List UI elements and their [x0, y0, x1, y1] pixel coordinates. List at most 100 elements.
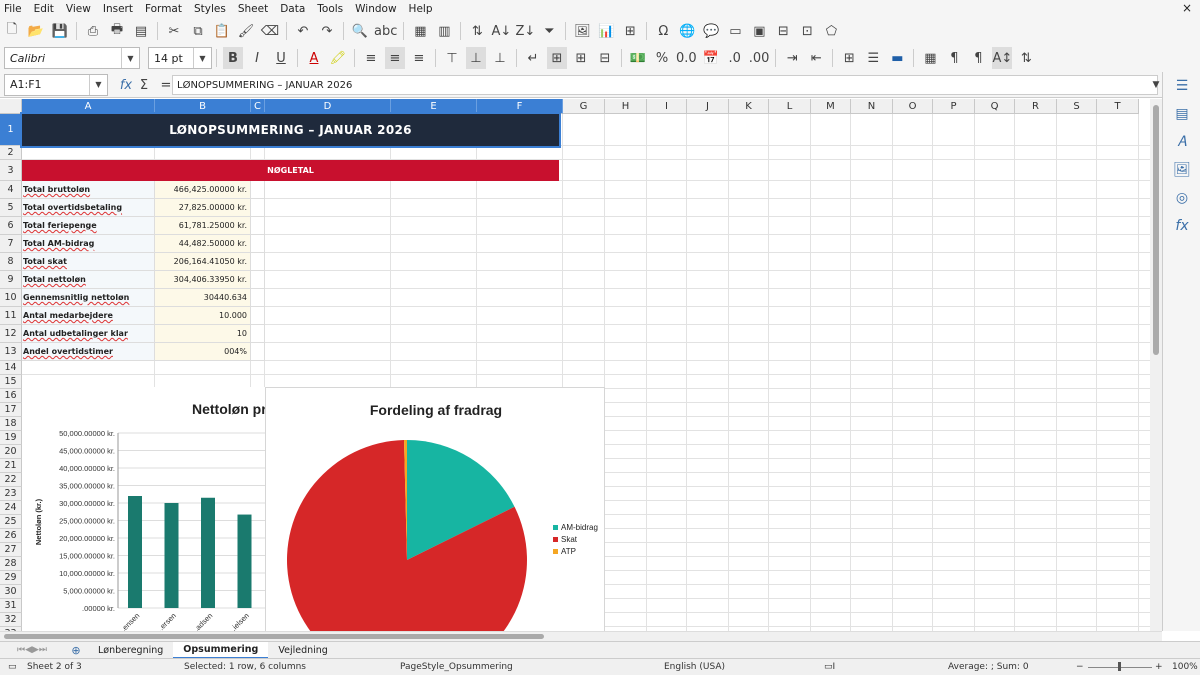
chevron-down-icon[interactable]: ▼	[193, 48, 211, 68]
sheet-tab[interactable]: Vejledning	[268, 642, 337, 659]
header-footer-icon[interactable]: ▭	[725, 20, 745, 42]
menu-item-styles[interactable]: Styles	[194, 3, 226, 15]
vertical-scroll-thumb[interactable]	[1153, 105, 1159, 355]
paste-icon[interactable]: 📋	[212, 20, 232, 42]
row-header-1[interactable]: 1	[0, 114, 22, 146]
kpi-label-cell[interactable]: Total feriepenge	[22, 217, 155, 235]
functions-icon[interactable]: fx	[1163, 212, 1200, 240]
kpi-value-cell[interactable]: 61,781.25000 kr.	[155, 217, 251, 235]
row-icon[interactable]: ▦	[410, 20, 430, 42]
kpi-label-cell[interactable]: Total nettoløn	[22, 271, 155, 289]
align-bottom-icon[interactable]: ⊥	[490, 47, 510, 69]
insert-image-icon[interactable]: 🖼	[572, 20, 592, 42]
properties-icon[interactable]: ▤	[1163, 100, 1200, 128]
styles-icon[interactable]: 𝐴	[1163, 128, 1200, 156]
row-header-5[interactable]: 5	[0, 199, 22, 217]
column-header-h[interactable]: H	[605, 99, 647, 114]
autofilter-icon[interactable]: ⏷	[539, 20, 559, 42]
select-all-corner[interactable]	[0, 99, 22, 114]
cut-icon[interactable]: ✂	[164, 20, 184, 42]
bar-chart[interactable]: Nettoløn pr .00000 kr. 5,000.00000 kr. 10,0…	[22, 387, 265, 631]
row-header-19[interactable]: 19	[0, 431, 22, 445]
sort-descending-icon[interactable]: Z↓	[515, 20, 535, 42]
row-header-26[interactable]: 26	[0, 529, 22, 543]
align-center-icon[interactable]: ≡	[385, 47, 405, 69]
special-character-icon[interactable]: Ω	[653, 20, 673, 42]
column-header-p[interactable]: P	[933, 99, 975, 114]
row-header-28[interactable]: 28	[0, 557, 22, 571]
highlight-color-icon[interactable]: 🖍	[328, 47, 348, 69]
decrease-indent-icon[interactable]: ⇤	[806, 47, 826, 69]
print-icon[interactable]: 🖶	[107, 20, 127, 42]
italic-icon[interactable]: I	[247, 47, 267, 69]
kpi-value-cell[interactable]: 10	[155, 325, 251, 343]
row-header-12[interactable]: 12	[0, 325, 22, 343]
sheet-tab[interactable]: Opsummering	[173, 641, 269, 659]
kpi-label-cell[interactable]: Total skat	[22, 253, 155, 271]
column-header-f[interactable]: F	[477, 99, 563, 114]
row-header-7[interactable]: 7	[0, 235, 22, 253]
row-header-20[interactable]: 20	[0, 445, 22, 459]
underline-icon[interactable]: U	[271, 47, 291, 69]
kpi-value-cell[interactable]: 44,482.50000 kr.	[155, 235, 251, 253]
pivot-table-icon[interactable]: ⊞	[620, 20, 640, 42]
status-language[interactable]: English (USA)	[664, 662, 725, 672]
export-pdf-icon[interactable]: ⎙	[83, 20, 103, 42]
empty-cell[interactable]	[251, 181, 265, 199]
column-header-a[interactable]: A	[22, 99, 155, 114]
column-header-e[interactable]: E	[391, 99, 477, 114]
copy-icon[interactable]: ⧉	[188, 20, 208, 42]
row-header-23[interactable]: 23	[0, 487, 22, 501]
find-replace-icon[interactable]: 🔍	[350, 20, 370, 42]
menu-item-format[interactable]: Format	[145, 3, 182, 15]
print-preview-icon[interactable]: ▤	[131, 20, 151, 42]
kpi-value-cell[interactable]: 27,825.00000 kr.	[155, 199, 251, 217]
undo-icon[interactable]: ↶	[293, 20, 313, 42]
menu-item-file[interactable]: File	[4, 3, 22, 15]
number-format-icon[interactable]: 0.0	[676, 47, 697, 69]
clone-formatting-icon[interactable]: 🖌	[236, 20, 256, 42]
kpi-value-cell[interactable]: 466,425.00000 kr.	[155, 181, 251, 199]
sort-ascending-icon[interactable]: A↓	[491, 20, 511, 42]
freeze-icon[interactable]: ⊟	[773, 20, 793, 42]
status-zoom[interactable]: 100%	[1172, 662, 1198, 672]
row-header-31[interactable]: 31	[0, 599, 22, 613]
row-header-18[interactable]: 18	[0, 417, 22, 431]
column-header-s[interactable]: S	[1057, 99, 1097, 114]
kpi-label-cell[interactable]: Total bruttoløn	[22, 181, 155, 199]
vertical-text-2-icon[interactable]: ⇅	[1016, 47, 1036, 69]
delete-decimal-icon[interactable]: .00	[749, 47, 770, 69]
open-icon[interactable]: 📂	[26, 20, 46, 42]
menu-item-insert[interactable]: Insert	[103, 3, 133, 15]
column-header-r[interactable]: R	[1015, 99, 1057, 114]
kpi-value-cell[interactable]: 10.000	[155, 307, 251, 325]
chevron-down-icon[interactable]: ▼	[121, 48, 139, 68]
menu-item-data[interactable]: Data	[280, 3, 305, 15]
column-header-k[interactable]: K	[729, 99, 769, 114]
empty-cell[interactable]	[251, 235, 265, 253]
column-header-c[interactable]: C	[251, 99, 265, 114]
column-header-b[interactable]: B	[155, 99, 251, 114]
currency-icon[interactable]: 💵	[628, 47, 648, 69]
empty-cell[interactable]	[251, 271, 265, 289]
clear-formatting-icon[interactable]: ⌫	[260, 20, 280, 42]
kpi-value-cell[interactable]: 30440.634	[155, 289, 251, 307]
horizontal-scrollbar[interactable]	[0, 631, 1162, 641]
increase-indent-icon[interactable]: ⇥	[782, 47, 802, 69]
align-left-icon[interactable]: ≡	[361, 47, 381, 69]
row-header-9[interactable]: 9	[0, 271, 22, 289]
new-icon[interactable]: 🗋	[2, 20, 22, 42]
conditional-format-icon[interactable]: ▦	[920, 47, 940, 69]
sort-icon[interactable]: ⇅	[467, 20, 487, 42]
row-header-14[interactable]: 14	[0, 361, 22, 375]
kpi-value-cell[interactable]: 206,164.41050 kr.	[155, 253, 251, 271]
menu-item-view[interactable]: View	[66, 3, 91, 15]
chevron-down-icon[interactable]: ▼	[89, 74, 107, 95]
empty-cell[interactable]	[251, 343, 265, 361]
border-color-icon[interactable]: ▬	[887, 47, 907, 69]
row-header-11[interactable]: 11	[0, 307, 22, 325]
redo-icon[interactable]: ↷	[317, 20, 337, 42]
vertical-scrollbar[interactable]	[1150, 99, 1162, 631]
define-print-area-icon[interactable]: ▣	[749, 20, 769, 42]
close-document-icon[interactable]: ×	[1182, 1, 1192, 15]
